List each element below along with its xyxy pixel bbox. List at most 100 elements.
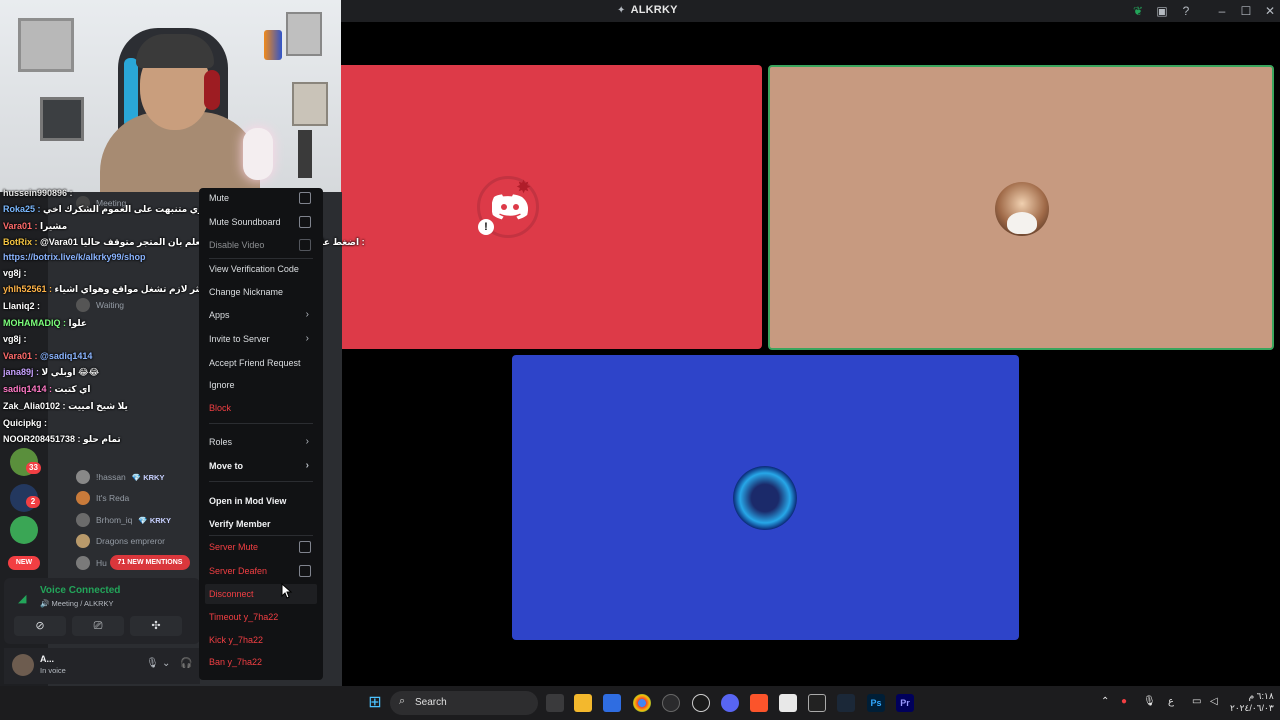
menu-item-ban[interactable]: Ban y_7ha22 [205,652,317,672]
capcut-icon[interactable] [808,694,826,712]
menu-item-ignore[interactable]: Ignore [205,375,317,395]
menu-item-accept-friend-request[interactable]: Accept Friend Request [205,353,317,373]
chevron-right-icon: › [305,460,309,471]
mouse-cursor-icon [281,583,293,599]
menu-item-disable-video[interactable]: Disable Video [205,235,317,255]
list-item[interactable]: It's Reda [76,489,135,507]
photoshop-icon[interactable]: Ps [867,694,885,712]
nitro-leaf-icon[interactable]: ❦ [1130,3,1146,19]
window-title: ✦ ALKRKY [617,4,678,16]
inbox-icon[interactable]: ▣ [1154,3,1170,19]
menu-item-open-in-mod-view[interactable]: Open in Mod View [205,491,317,511]
streamer-cap [136,34,214,68]
play-button-plaque [40,97,84,141]
menu-item-server-deafen[interactable]: Server Deafen [205,561,317,581]
chevron-down-icon[interactable]: ⌄ [162,658,170,669]
network-icon[interactable]: ▭ [1192,696,1201,707]
menu-divider [209,423,313,424]
brave-icon[interactable] [750,694,768,712]
microphone-icon[interactable]: 🎙 [146,658,159,669]
language-indicator[interactable]: ع [1168,696,1174,707]
search-icon: ⌕ [399,695,406,707]
windows-taskbar: ⊞ ⌕ Search Ps Pr ⌃ ● 🎙 ع ▭ ◁ ٦:١٨ م ٢٠٢٤… [0,686,1280,720]
menu-item-verify-member[interactable]: Verify Member [205,514,317,534]
taskbar-clock[interactable]: ٦:١٨ م ٢٠٢٤/٠٦/٠٣ [1230,690,1274,714]
headset [204,70,220,110]
voice-location[interactable]: 🔊 Meeting / ALKRKY [40,599,114,608]
activities-button[interactable]: ✣ [130,616,182,636]
muted-badge-icon: ! [478,219,494,235]
menu-item-block[interactable]: Block [205,398,317,418]
streamer-webcam [0,0,341,192]
file-explorer-icon[interactable] [574,694,592,712]
menu-item-view-verification-code[interactable]: View Verification Code [205,259,317,279]
menu-item-server-mute[interactable]: Server Mute [205,537,317,557]
list-item[interactable]: Hu [76,554,113,572]
menu-item-mute-soundboard[interactable]: Mute Soundboard [205,212,317,232]
list-item[interactable]: Brhom_iq 💎 KRKY [76,511,171,529]
checkbox[interactable] [299,239,311,251]
headphones-icon[interactable]: 🎧 [180,658,192,669]
user-status: In voice [40,666,66,675]
app-icon[interactable] [662,694,680,712]
steam-client-icon[interactable] [837,694,855,712]
volume-icon[interactable]: ◁ [1210,696,1218,707]
signal-icon[interactable]: ◢ [18,592,26,605]
checkbox[interactable] [299,216,311,228]
voice-member-list: Meeting Waiting !hassan 💎 KRKY It's Reda … [70,192,200,582]
menu-item-apps[interactable]: Apps › [205,305,317,325]
tray-mic-icon[interactable]: 🎙 [1143,696,1156,707]
store-icon[interactable] [603,694,621,712]
video-stage: ✸ ! [340,22,1280,686]
list-item[interactable]: !hassan 💎 KRKY [76,468,164,486]
camera-off-button[interactable]: ⊘ [14,616,66,636]
menu-item-move-to[interactable]: Move to › [205,456,317,476]
tray-overflow-icon[interactable]: ⌃ [1101,696,1109,707]
checkbox[interactable] [299,541,311,553]
checkbox[interactable] [299,565,311,577]
minimize-icon[interactable]: – [1214,3,1230,19]
menu-item-change-nickname[interactable]: Change Nickname [205,282,317,302]
premiere-icon[interactable]: Pr [896,694,914,712]
new-pill[interactable]: NEW [8,556,40,570]
server-icon[interactable] [10,516,38,544]
avatar[interactable] [12,654,34,676]
discord-icon[interactable] [721,694,739,712]
list-item[interactable]: Waiting [76,296,130,314]
user-context-menu: Mute Mute Soundboard Disable Video View … [199,188,323,680]
chevron-right-icon: › [305,436,309,447]
menu-item-invite-to-server[interactable]: Invite to Server › [205,329,317,349]
tray-app-icon[interactable]: ● [1121,696,1127,707]
taskbar-search[interactable]: ⌕ Search [390,691,538,715]
list-item[interactable]: Meeting [76,194,132,212]
user-panel: A... In voice 🎙 ⌄ 🎧 [4,648,200,684]
checkbox[interactable] [299,192,311,204]
menu-divider [209,481,313,482]
menu-item-roles[interactable]: Roles › [205,432,317,452]
menu-item-kick[interactable]: Kick y_7ha22 [205,630,317,650]
steam-icon[interactable] [692,694,710,712]
server-badge-count: 2 [26,496,40,508]
play-button-plaque [292,82,328,126]
username[interactable]: A... [40,654,54,664]
video-tile-anime-user[interactable] [512,355,1019,640]
windows-start-icon[interactable]: ⊞ [366,694,384,712]
shelf-bottles [264,30,282,60]
video-tile-muted-user[interactable]: ✸ ! [340,65,762,349]
task-view-icon[interactable] [546,694,564,712]
close-icon[interactable]: ✕ [1262,3,1278,19]
chevron-right-icon: › [305,309,309,320]
microphone [243,128,273,180]
screen-share-button[interactable]: ⎚ [72,616,124,636]
video-tile-speaking-user[interactable] [768,65,1274,350]
notepad-icon[interactable] [779,694,797,712]
menu-divider [209,535,313,536]
menu-item-mute[interactable]: Mute [205,188,317,208]
new-mentions-pill[interactable]: 71 NEW MENTIONS [110,555,190,570]
list-item[interactable]: Dragons empreror [76,532,171,550]
help-icon[interactable]: ? [1178,3,1194,19]
menu-item-disconnect[interactable]: Disconnect [205,584,317,604]
chrome-icon[interactable] [633,694,651,712]
maximize-icon[interactable]: ☐ [1238,3,1254,19]
menu-item-timeout[interactable]: Timeout y_7ha22 [205,607,317,627]
